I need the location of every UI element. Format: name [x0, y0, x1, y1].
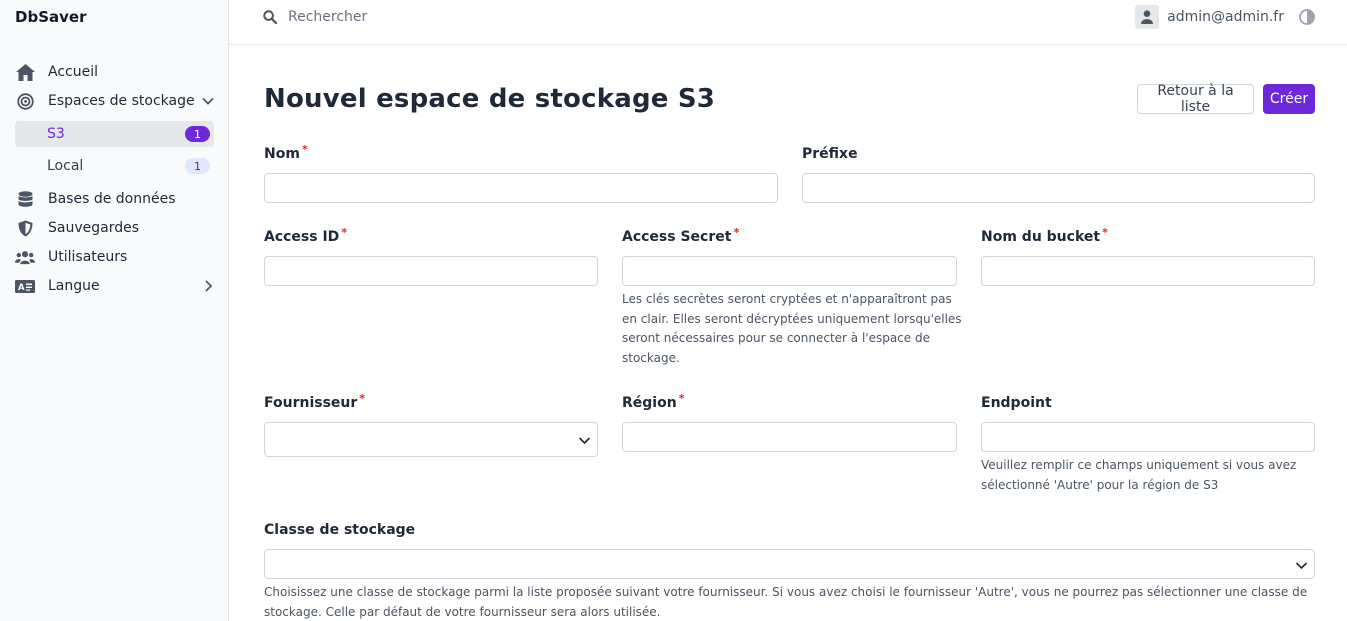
user-icon: [1135, 5, 1160, 29]
endpoint-help: Veuillez remplir ce champs uniquement si…: [981, 458, 1297, 492]
nom-label: Nom *: [264, 143, 308, 162]
shield-icon: [15, 218, 35, 238]
back-to-list-button[interactable]: Retour à la liste: [1137, 83, 1254, 115]
sidebar-item-label: Espaces de stockage: [48, 93, 195, 109]
user-menu[interactable]: admin@admin.fr: [1135, 5, 1284, 29]
access-secret-label: Access Secret *: [622, 226, 740, 245]
users-icon: [15, 247, 35, 267]
chevron-down-icon[interactable]: [201, 94, 215, 108]
sidebar-item-label: Bases de données: [48, 191, 176, 207]
sidebar-item-espaces-de-stockage[interactable]: Espaces de stockage: [15, 88, 215, 114]
search-input[interactable]: Rechercher: [288, 9, 367, 25]
prefixe-label: Préfixe: [802, 146, 858, 162]
sidebar-item-langue[interactable]: A Langue: [15, 273, 215, 299]
page-title: Nouvel espace de stockage S3: [264, 84, 716, 114]
label-text: Fournisseur: [264, 395, 358, 411]
required-marker: *: [678, 392, 685, 405]
required-marker: *: [359, 392, 366, 405]
label-text: Access Secret: [622, 229, 732, 245]
bucket-label: Nom du bucket *: [981, 226, 1108, 245]
count-badge: 1: [185, 126, 210, 142]
svg-text:A: A: [18, 283, 25, 293]
required-marker: *: [1102, 226, 1108, 239]
endpoint-label: Endpoint: [981, 395, 1052, 411]
sidebar-item-label: Local: [47, 158, 84, 174]
prefixe-input[interactable]: [802, 173, 1315, 203]
home-icon: [15, 62, 35, 82]
endpoint-input[interactable]: [981, 422, 1315, 452]
sidebar: DbSaver Accueil Espaces de stockage S3 1…: [0, 0, 229, 621]
sidebar-item-label: Accueil: [48, 64, 98, 80]
sidebar-item-label: Utilisateurs: [48, 249, 128, 265]
chevron-right-icon[interactable]: [201, 279, 215, 293]
classe-label: Classe de stockage: [264, 522, 416, 538]
access-id-label: Access ID *: [264, 226, 348, 245]
required-marker: *: [301, 143, 308, 156]
sidebar-item-label: Sauvegardes: [48, 220, 140, 236]
access-id-input[interactable]: [264, 256, 598, 286]
fournisseur-label: Fournisseur *: [264, 392, 366, 411]
create-button[interactable]: Créer: [1263, 84, 1315, 114]
access-secret-help: Les clés secrètes seront cryptées et n'a…: [622, 292, 962, 366]
required-marker: *: [733, 226, 740, 239]
sidebar-subitem-local[interactable]: Local 1: [15, 153, 214, 179]
sidebar-item-accueil[interactable]: Accueil: [15, 59, 215, 85]
count-badge: 1: [185, 158, 210, 174]
sidebar-item-sauvegardes[interactable]: Sauvegardes: [15, 215, 215, 241]
label-text: Nom du bucket: [981, 229, 1101, 245]
label-text: Région: [622, 395, 677, 411]
contrast-icon[interactable]: [1299, 9, 1315, 25]
sidebar-subitem-s3[interactable]: S3 1: [15, 121, 214, 147]
id-card-icon: A: [15, 276, 35, 296]
region-input[interactable]: [622, 422, 957, 452]
sidebar-item-label: S3: [47, 126, 65, 142]
sidebar-item-utilisateurs[interactable]: Utilisateurs: [15, 244, 215, 270]
label-text: Nom: [264, 146, 300, 162]
required-marker: *: [341, 226, 348, 239]
chevron-down-icon: [578, 437, 591, 445]
app-name[interactable]: DbSaver: [15, 8, 86, 26]
region-label: Région *: [622, 392, 685, 411]
target-icon: [15, 91, 35, 111]
fournisseur-select[interactable]: [264, 422, 598, 457]
user-email: admin@admin.fr: [1167, 9, 1284, 25]
search-icon: [263, 10, 277, 24]
access-secret-input[interactable]: [622, 256, 957, 286]
topbar: Rechercher admin@admin.fr: [229, 0, 1347, 45]
classe-help: Choisissez une classe de stockage parmi …: [264, 585, 1308, 619]
classe-select[interactable]: [264, 549, 1315, 579]
database-icon: [15, 189, 35, 209]
sidebar-item-label: Langue: [48, 278, 100, 294]
search-bar[interactable]: Rechercher: [263, 8, 367, 26]
sidebar-item-bases-de-donnees[interactable]: Bases de données: [15, 186, 215, 212]
bucket-input[interactable]: [981, 256, 1315, 286]
chevron-down-icon: [1295, 562, 1308, 570]
nom-input[interactable]: [264, 173, 778, 203]
label-text: Access ID: [264, 229, 340, 245]
